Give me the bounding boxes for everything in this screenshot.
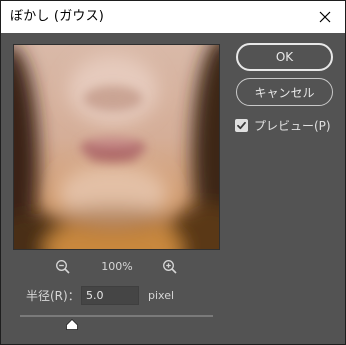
radius-label: 半径(R)：: [26, 289, 80, 303]
blurred-face-image: [14, 45, 219, 249]
gaussian-blur-dialog: ぼかし (ガウス) 100% 半径(R)： 5.0 pixel OK キャンセル…: [0, 0, 346, 345]
close-icon: [319, 11, 331, 23]
cancel-button[interactable]: キャンセル: [236, 78, 333, 106]
close-button[interactable]: [305, 1, 345, 33]
radius-unit-label: pixel: [148, 289, 175, 302]
title-bar[interactable]: ぼかし (ガウス): [1, 1, 345, 33]
radius-row: 半径(R)： pixel: [26, 286, 226, 306]
preview-toggle[interactable]: プレビュー(P): [235, 118, 345, 134]
radius-slider-thumb[interactable]: [66, 319, 79, 330]
radius-input[interactable]: [81, 286, 139, 305]
zoom-controls: 100%: [13, 259, 220, 277]
zoom-in-icon[interactable]: [162, 259, 178, 275]
radius-slider-track[interactable]: [20, 315, 213, 317]
ok-button[interactable]: OK: [236, 43, 333, 71]
dialog-title: ぼかし (ガウス): [10, 9, 105, 24]
zoom-out-icon[interactable]: [55, 259, 71, 275]
dialog-content: 100% 半径(R)： pixel OK キャンセル: [1, 33, 345, 344]
blur-preview-image[interactable]: [13, 44, 220, 250]
preview-label: プレビュー(P): [254, 119, 331, 133]
preview-checkbox[interactable]: [235, 119, 248, 132]
zoom-level-text: 100%: [101, 260, 133, 273]
checkmark-icon: [237, 121, 246, 130]
